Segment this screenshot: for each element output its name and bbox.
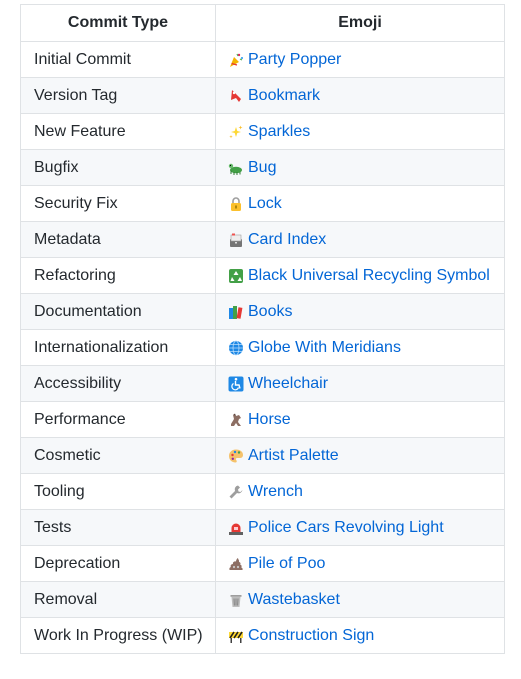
palette-icon — [228, 448, 244, 464]
commit-type-table: Commit Type Emoji Initial Commit Party Po… — [20, 4, 505, 654]
commit-type-cell: Deprecation — [20, 545, 216, 582]
commit-type-cell: Refactoring — [20, 257, 216, 294]
table-row: Security Fix Lock — [20, 185, 505, 222]
commit-type-cell: Tooling — [20, 473, 216, 510]
emoji-link[interactable]: Wastebasket — [248, 591, 340, 608]
commit-type-cell: Performance — [20, 401, 216, 438]
commit-type-cell: Cosmetic — [20, 437, 216, 474]
emoji-cell: Construction Sign — [215, 617, 505, 654]
commit-type-cell: Version Tag — [20, 77, 216, 114]
emoji-cell: Pile of Poo — [215, 545, 505, 582]
table-row: Internationalization Globe With Meridians — [20, 329, 505, 366]
emoji-link[interactable]: Police Cars Revolving Light — [248, 519, 444, 536]
wastebasket-icon — [228, 592, 244, 608]
header-commit-type: Commit Type — [20, 4, 216, 42]
emoji-cell: Globe With Meridians — [215, 329, 505, 366]
emoji-link[interactable]: Bookmark — [248, 87, 320, 104]
emoji-link[interactable]: Bug — [248, 159, 276, 176]
emoji-cell: Wastebasket — [215, 581, 505, 618]
emoji-link[interactable]: Lock — [248, 195, 282, 212]
emoji-link[interactable]: Party Popper — [248, 51, 341, 68]
table-row: Documentation Books — [20, 293, 505, 330]
table-row: Metadata Card Index — [20, 221, 505, 258]
commit-type-cell: Removal — [20, 581, 216, 618]
emoji-link[interactable]: Pile of Poo — [248, 555, 325, 572]
table-row: Accessibility Wheelchair — [20, 365, 505, 402]
commit-type-cell: Tests — [20, 509, 216, 546]
party-popper-icon — [228, 52, 244, 68]
emoji-cell: Party Popper — [215, 41, 505, 78]
table-row: New Feature Sparkles — [20, 113, 505, 150]
emoji-cell: Card Index — [215, 221, 505, 258]
poo-icon — [228, 556, 244, 572]
emoji-cell: Books — [215, 293, 505, 330]
commit-type-cell: Bugfix — [20, 149, 216, 186]
header-emoji: Emoji — [215, 4, 505, 42]
header-row: Commit Type Emoji — [20, 4, 505, 42]
table-row: Cosmetic Artist Palette — [20, 437, 505, 474]
emoji-link[interactable]: Wheelchair — [248, 375, 328, 392]
emoji-link[interactable]: Black Universal Recycling Symbol — [248, 267, 490, 284]
emoji-link[interactable]: Sparkles — [248, 123, 310, 140]
commit-type-cell: Documentation — [20, 293, 216, 330]
lock-icon — [228, 196, 244, 212]
commit-type-cell: Internationalization — [20, 329, 216, 366]
emoji-cell: Artist Palette — [215, 437, 505, 474]
emoji-cell: Police Cars Revolving Light — [215, 509, 505, 546]
commit-type-cell: New Feature — [20, 113, 216, 150]
commit-type-cell: Security Fix — [20, 185, 216, 222]
globe-icon — [228, 340, 244, 356]
emoji-cell: Sparkles — [215, 113, 505, 150]
table-row: Tests Police Cars Revolving Light — [20, 509, 505, 546]
emoji-cell: Wrench — [215, 473, 505, 510]
emoji-cell: Black Universal Recycling Symbol — [215, 257, 505, 294]
table-row: Bugfix Bug — [20, 149, 505, 186]
emoji-cell: Horse — [215, 401, 505, 438]
police-light-icon — [228, 520, 244, 536]
card-index-icon — [228, 232, 244, 248]
commit-type-cell: Accessibility — [20, 365, 216, 402]
horse-icon — [228, 412, 244, 428]
wheelchair-icon — [228, 376, 244, 392]
table-row: Tooling Wrench — [20, 473, 505, 510]
table-row: Refactoring Black Universal Recycling Sym… — [20, 257, 505, 294]
construction-icon — [228, 628, 244, 644]
emoji-cell: Lock — [215, 185, 505, 222]
sparkles-icon — [228, 124, 244, 140]
emoji-link[interactable]: Construction Sign — [248, 627, 374, 644]
commit-type-cell: Work In Progress (WIP) — [20, 617, 216, 654]
emoji-cell: Wheelchair — [215, 365, 505, 402]
table-row: Version Tag Bookmark — [20, 77, 505, 114]
table-row: Performance Horse — [20, 401, 505, 438]
emoji-link[interactable]: Books — [248, 303, 292, 320]
commit-type-cell: Metadata — [20, 221, 216, 258]
books-icon — [228, 304, 244, 320]
recycling-icon — [228, 268, 244, 284]
table-row: Initial Commit Party Popper — [20, 41, 505, 78]
table-row: Removal Wastebasket — [20, 581, 505, 618]
bug-icon — [228, 160, 244, 176]
emoji-link[interactable]: Card Index — [248, 231, 326, 248]
bookmark-icon — [228, 88, 244, 104]
commit-type-cell: Initial Commit — [20, 41, 216, 78]
emoji-link[interactable]: Globe With Meridians — [248, 339, 401, 356]
emoji-link[interactable]: Artist Palette — [248, 447, 339, 464]
emoji-link[interactable]: Wrench — [248, 483, 303, 500]
table-row: Work In Progress (WIP) Construction Sign — [20, 617, 505, 654]
emoji-link[interactable]: Horse — [248, 411, 291, 428]
emoji-cell: Bug — [215, 149, 505, 186]
emoji-cell: Bookmark — [215, 77, 505, 114]
wrench-icon — [228, 484, 244, 500]
table-row: Deprecation Pile of Poo — [20, 545, 505, 582]
